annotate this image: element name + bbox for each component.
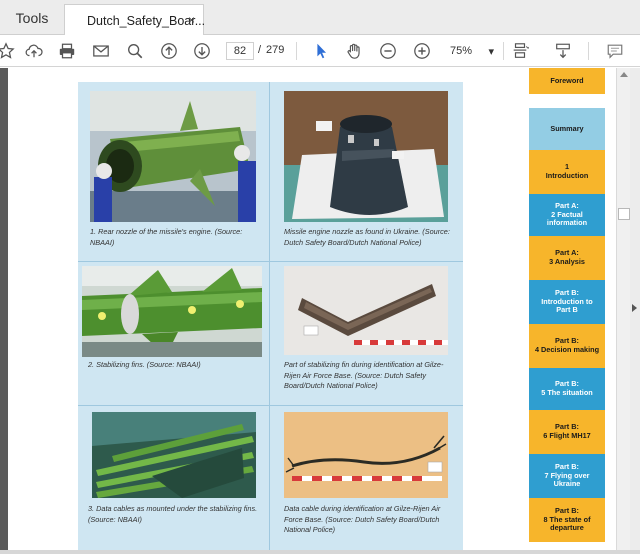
total-pages: 279 (266, 44, 285, 56)
expand-panel-icon[interactable] (632, 304, 637, 312)
grid-divider (269, 82, 270, 550)
nav-item-the-situation[interactable]: Part B: 5 The situation (529, 368, 605, 410)
chapter-nav: Foreword Summary 1 Introduction Part A: 2 F… (529, 68, 605, 550)
select-cursor-icon[interactable] (311, 41, 331, 61)
figure-grid: 1. Rear nozzle of the missile's engine. … (78, 82, 463, 550)
toolbar-divider (296, 42, 297, 60)
nav-item-label: Part B: 4 Decision making (534, 336, 600, 354)
nav-item-analysis[interactable]: Part A: 3 Analysis (529, 236, 605, 280)
grid-divider (78, 405, 463, 406)
nav-item-label: 1 Introduction (545, 162, 589, 180)
scroll-up-icon[interactable] (620, 72, 628, 77)
photo-stabilizing-fins (82, 266, 262, 357)
measuring-tape (354, 340, 448, 345)
photo-missile-engine-nozzle (284, 91, 448, 222)
figure-caption: 3. Data cables as mounted under the stab… (88, 504, 258, 524)
mail-icon[interactable] (91, 41, 111, 61)
bottom-edge (0, 550, 640, 554)
cloud-upload-icon[interactable] (24, 41, 44, 61)
photo-data-cables-mounted (92, 412, 256, 498)
nav-item-summary[interactable]: Summary (529, 108, 605, 150)
scrollbar-thumb[interactable] (618, 208, 630, 220)
figure-caption: Part of stabilizing fin during identific… (284, 360, 444, 390)
nav-item-label: Part B: 7 Flying over Ukraine (544, 462, 590, 489)
nav-item-flight-mh17[interactable]: Part B: 6 Flight MH17 (529, 410, 605, 454)
photo-rear-nozzle (90, 91, 256, 222)
comment-icon[interactable] (605, 41, 625, 61)
figure-caption: 2. Stabilizing fins. (Source: NBAAI) (88, 360, 201, 369)
photo-stabilizing-fin-part (284, 266, 448, 355)
figure-caption: Data cable during identification at Gilz… (284, 504, 441, 534)
document-viewer[interactable]: 1. Rear nozzle of the missile's engine. … (0, 68, 640, 550)
scroll-mode-icon[interactable] (553, 41, 573, 61)
tab-document[interactable]: Dutch_Safety_Boar... × (64, 4, 205, 36)
figure-caption: Missile engine nozzle as found in Ukrain… (284, 227, 450, 247)
zoom-out-icon[interactable] (378, 41, 398, 61)
pdf-page: 1. Rear nozzle of the missile's engine. … (8, 68, 616, 550)
hand-icon[interactable] (344, 41, 364, 61)
nav-item-label: Part A: 3 Analysis (549, 248, 585, 266)
nav-item-label: Foreword (550, 75, 584, 85)
close-tab-icon[interactable]: × (188, 13, 195, 27)
page-down-icon[interactable] (192, 41, 212, 61)
nav-item-label: Summary (550, 123, 584, 133)
measuring-tape (292, 476, 442, 481)
nav-item-label: Part B: 8 The state of departure (543, 506, 591, 533)
nav-item-label: Part B: 5 The situation (541, 379, 593, 397)
vertical-scrollbar[interactable] (616, 68, 630, 550)
figure-caption: 1. Rear nozzle of the missile's engine. … (90, 227, 243, 247)
chevron-down-icon: ▾ (488, 45, 494, 58)
nav-item-decision-making[interactable]: Part B: 4 Decision making (529, 324, 605, 368)
page-separator: / (258, 44, 262, 56)
zoom-level-select[interactable]: 75% ▾ (446, 42, 498, 60)
photo-data-cable-identification (284, 412, 448, 498)
grid-divider (78, 261, 463, 262)
tab-bar: Tools Dutch_Safety_Boar... × (0, 0, 640, 36)
fit-page-icon[interactable] (510, 41, 530, 61)
nav-item-state-of-departure[interactable]: Part B: 8 The state of departure (529, 498, 605, 542)
nav-item-label: Part B: 6 Flight MH17 (543, 422, 591, 440)
star-icon[interactable] (0, 41, 16, 61)
toolbar: 82 / 279 75% ▾ (0, 35, 640, 67)
page-number-input[interactable]: 82 (226, 42, 254, 60)
nav-item-label: Part B: Introduction to Part B (541, 288, 593, 315)
toolbar-divider (588, 42, 589, 60)
tab-tools[interactable]: Tools (0, 0, 64, 35)
zoom-level-value: 75% (450, 45, 473, 57)
print-icon[interactable] (57, 41, 77, 61)
left-gutter (0, 68, 8, 550)
tab-tools-label: Tools (15, 9, 49, 26)
zoom-in-icon[interactable] (412, 41, 432, 61)
toolbar-divider (503, 42, 504, 60)
nav-item-flying-over-ukraine[interactable]: Part B: 7 Flying over Ukraine (529, 454, 605, 498)
nav-item-introduction-to-part-b[interactable]: Part B: Introduction to Part B (529, 280, 605, 324)
page-up-icon[interactable] (159, 41, 179, 61)
search-icon[interactable] (125, 41, 145, 61)
nav-item-foreword[interactable]: Foreword (529, 68, 605, 94)
nav-item-introduction[interactable]: 1 Introduction (529, 150, 605, 194)
nav-item-label: Part A: 2 Factual information (546, 201, 588, 228)
nav-item-factual-information[interactable]: Part A: 2 Factual information (529, 194, 605, 236)
